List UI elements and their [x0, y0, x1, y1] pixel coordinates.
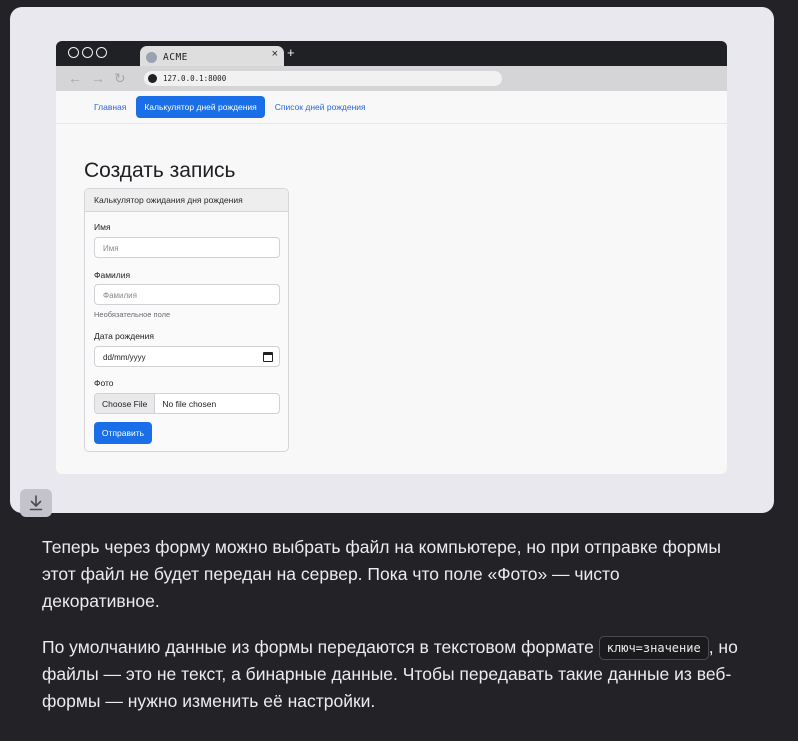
last-name-field: Фамилия: [94, 284, 280, 305]
tab-title: ACME: [163, 51, 188, 63]
first-name-field: Имя: [94, 237, 280, 258]
last-name-help-text: Необязательное поле: [94, 310, 171, 319]
tab-close-icon: ×: [271, 48, 278, 60]
browser-tab: ACME ×: [140, 46, 284, 68]
screenshot-card: ACME × + ← → ↻ 127.0.0.1:8000 Главная Ка…: [10, 7, 774, 517]
window-minimize-circle: [82, 47, 93, 58]
article-paragraph-2: По умолчанию данные из формы передаются …: [42, 634, 742, 715]
inline-code: ключ=значение: [598, 636, 709, 660]
photo-label: Фото: [94, 378, 114, 388]
browser-window: ACME × + ← → ↻ 127.0.0.1:8000 Главная Ка…: [56, 41, 727, 474]
photo-file-input: Choose File No file chosen: [94, 393, 280, 414]
browser-toolbar: ← → ↻ 127.0.0.1:8000: [56, 66, 727, 91]
url-text: 127.0.0.1:8000: [163, 74, 227, 83]
birthday-label: Дата рождения: [94, 331, 154, 341]
birthday-form-card: Калькулятор ожидания дня рождения Имя Им…: [84, 188, 289, 452]
download-image-button[interactable]: [20, 489, 52, 517]
browser-titlebar: ACME × +: [56, 41, 727, 68]
download-icon: [29, 495, 43, 511]
form-card-header: Калькулятор ожидания дня рождения: [85, 189, 288, 212]
birthday-date-value: dd/mm/yyyy: [103, 353, 146, 362]
first-name-label: Имя: [94, 222, 111, 232]
calendar-icon: [263, 352, 273, 362]
new-tab-icon: +: [287, 45, 295, 60]
submit-button: Отправить: [94, 422, 152, 444]
paragraph-2-text-start: По умолчанию данные из формы передаются …: [42, 637, 599, 657]
nav-link-birthday-list: Список дней рождения: [274, 102, 366, 112]
forward-arrow-icon: →: [91, 70, 105, 86]
window-close-circle: [68, 47, 79, 58]
nav-link-home: Главная: [94, 102, 127, 112]
choose-file-button: Choose File: [95, 394, 156, 413]
back-arrow-icon: ←: [68, 70, 82, 86]
article-paragraph-1: Теперь через форму можно выбрать файл на…: [42, 537, 721, 611]
favicon-icon: [146, 51, 157, 63]
site-info-icon: [148, 74, 157, 83]
page-title: Создать запись: [84, 159, 236, 182]
file-status-text: No file chosen: [162, 399, 217, 409]
nav-link-birthday-calculator: Калькулятор дней рождения: [136, 96, 265, 118]
reload-icon: ↻: [114, 70, 126, 86]
birthday-date-field: dd/mm/yyyy: [94, 346, 280, 367]
last-name-label: Фамилия: [94, 270, 131, 280]
window-zoom-circle: [96, 47, 107, 58]
address-bar: 127.0.0.1:8000: [144, 71, 502, 86]
site-navbar: Главная Калькулятор дней рождения Список…: [56, 91, 727, 124]
